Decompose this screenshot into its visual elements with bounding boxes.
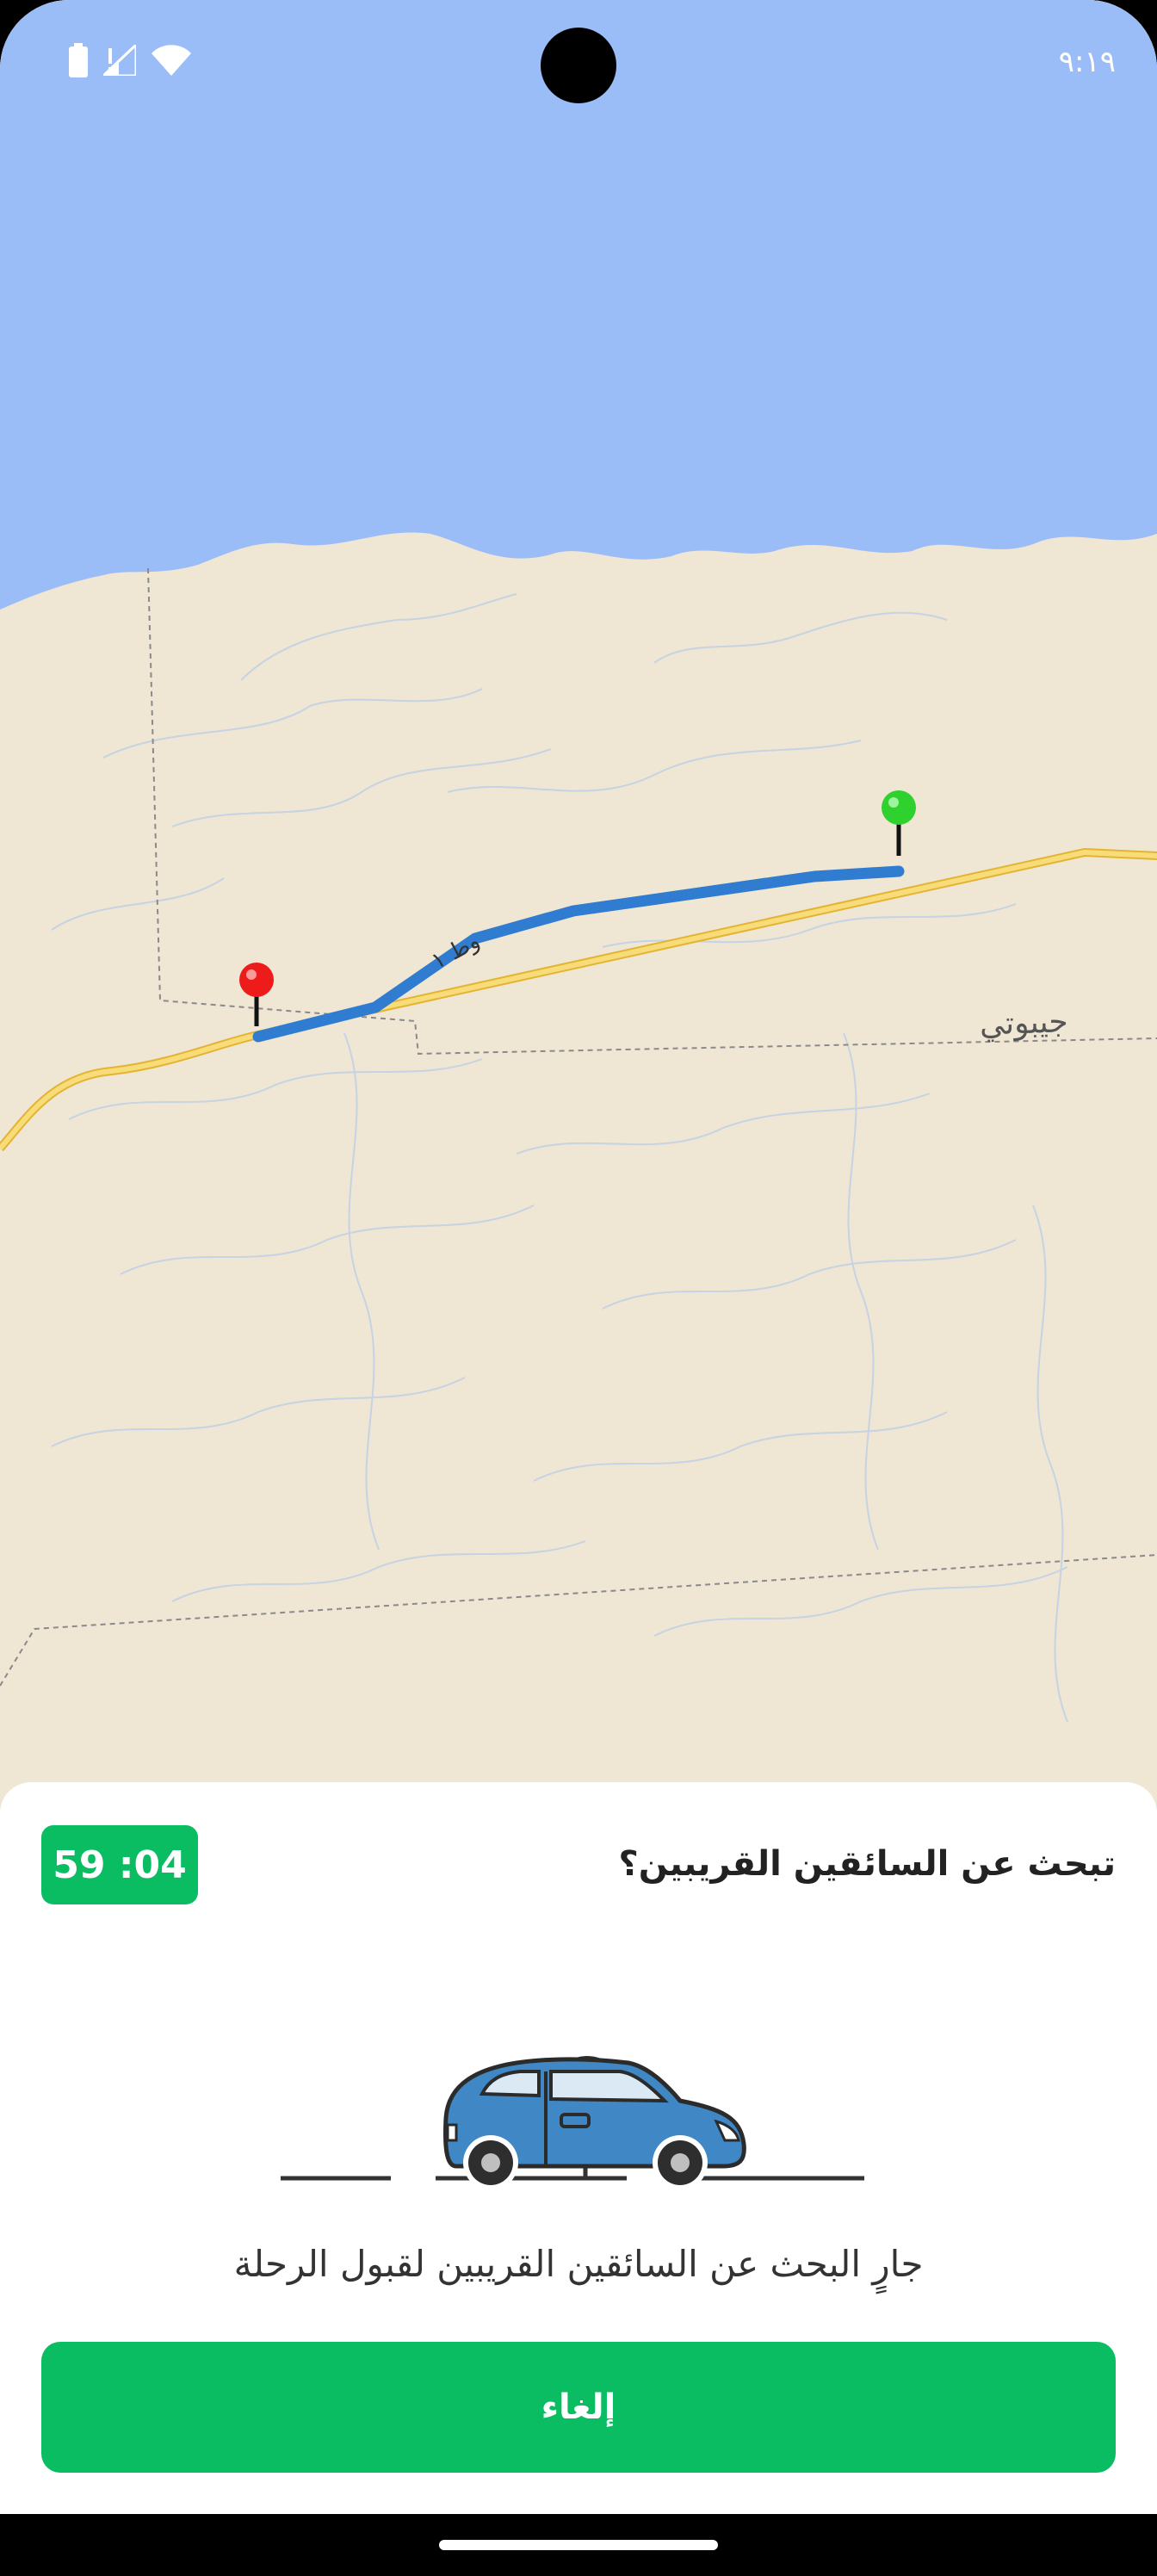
- car-illustration: [281, 2056, 864, 2190]
- door-handle: [560, 2113, 591, 2128]
- car-wheel-rear: [463, 2135, 518, 2190]
- cell-signal-icon: [100, 41, 138, 79]
- status-time: ٩:١٩: [1058, 45, 1116, 79]
- cancel-button[interactable]: إلغاء: [41, 2342, 1116, 2473]
- city-label: جيبوتي: [979, 1004, 1069, 1043]
- search-message: جارٍ البحث عن السائقين القريبين لقبول ال…: [233, 2243, 924, 2285]
- screen: جيبوتي وط ١ ٩:١٩ 59 :04 تبحث عن السائقين…: [0, 0, 1157, 2576]
- status-bar: ٩:١٩: [0, 0, 1157, 129]
- camera-cutout: [541, 28, 616, 103]
- car-wheel-front: [653, 2135, 708, 2190]
- status-icons: [69, 41, 191, 81]
- search-sheet: 59 :04 تبحث عن السائقين القريبين؟ جارٍ ا…: [0, 1782, 1157, 2516]
- wifi-icon: [152, 45, 191, 79]
- sheet-title: تبحث عن السائقين القريبين؟: [618, 1844, 1116, 1884]
- map-view[interactable]: [0, 0, 1157, 1791]
- battery-icon: [69, 43, 88, 81]
- countdown-timer: 59 :04: [41, 1825, 198, 1904]
- home-gesture-handle[interactable]: [439, 2540, 718, 2550]
